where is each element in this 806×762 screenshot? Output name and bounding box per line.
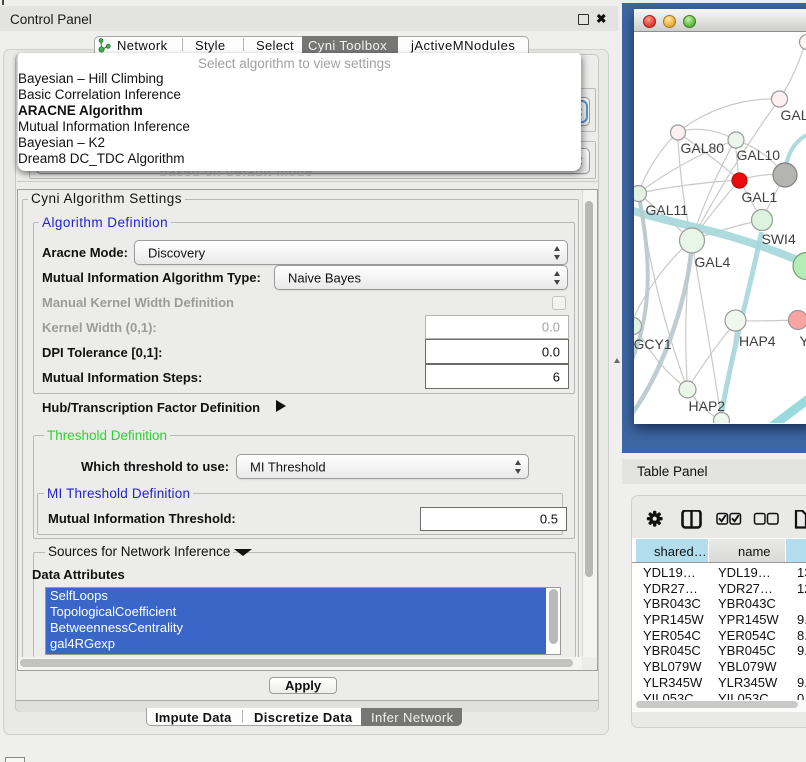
svg-text:GAL: GAL (781, 107, 806, 123)
svg-text:HAP2: HAP2 (689, 398, 726, 414)
svg-text:SWI4: SWI4 (762, 231, 796, 247)
svg-text:HAP4: HAP4 (739, 333, 776, 349)
svg-text:GAL11: GAL11 (646, 202, 689, 218)
svg-text:GAL4: GAL4 (695, 254, 731, 270)
svg-text:Y: Y (800, 333, 806, 349)
svg-text:GCY1: GCY1 (634, 336, 672, 352)
svg-text:GAL1: GAL1 (742, 189, 778, 205)
svg-text:GAL80: GAL80 (681, 140, 725, 156)
svg-text:GAL10: GAL10 (737, 147, 781, 163)
